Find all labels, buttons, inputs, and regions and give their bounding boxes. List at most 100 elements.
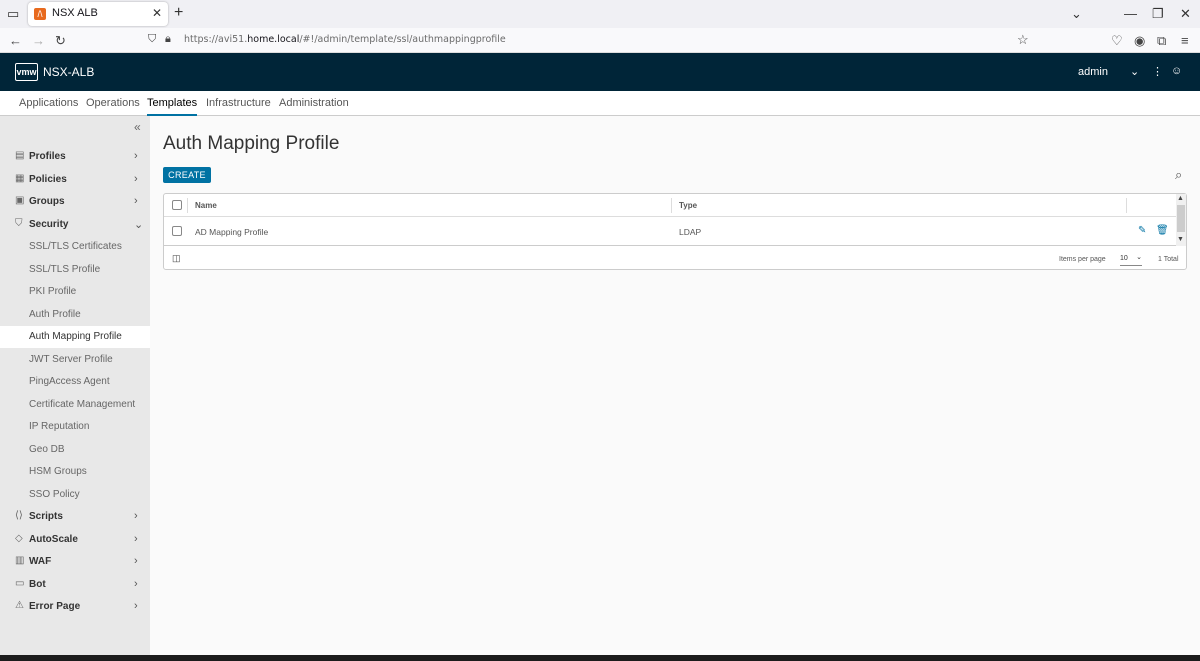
main-nav: Applications Operations Templates Infras…	[0, 91, 1200, 116]
grid-footer: ◫ Items per page 10 ⌄ 1 Total	[164, 246, 1186, 270]
warning-icon: ⚠	[15, 600, 24, 611]
search-icon[interactable]: ⌕	[1175, 167, 1182, 183]
vmware-logo: vmw	[15, 63, 38, 81]
chevron-right-icon: ›	[134, 173, 138, 185]
bookmark-star-icon[interactable]: ☆	[1017, 32, 1029, 48]
row-checkbox[interactable]	[172, 226, 182, 236]
sidebar-subitem[interactable]: JWT Server Profile	[0, 349, 150, 371]
chevron-right-icon: ›	[134, 195, 138, 207]
edit-pencil-icon[interactable]: ✎	[1138, 225, 1146, 236]
grid-scrollbar[interactable]: ▲ ▼	[1176, 194, 1186, 246]
sidebar-subitem[interactable]: SSL/TLS Certificates	[0, 236, 150, 258]
user-profile-icon[interactable]: ☺	[1171, 65, 1182, 77]
tab-infrastructure[interactable]: Infrastructure	[206, 97, 271, 109]
groups-icon: ▣	[15, 195, 25, 206]
sidebar-subitem[interactable]: PingAccess Agent	[0, 371, 150, 393]
close-window-icon[interactable]: ✕	[1180, 6, 1191, 22]
scroll-thumb[interactable]	[1177, 205, 1185, 232]
forward-icon[interactable]: →	[32, 33, 45, 48]
app-title: NSX-ALB	[43, 65, 95, 79]
address-bar[interactable]: ⛉ 🔒︎ https://avi51.home.local/#!/admin/t…	[142, 31, 1042, 50]
tab-operations[interactable]: Operations	[86, 97, 140, 109]
sidebar: « ▤ Profiles › ▦ Policies › ▣ Groups › ⛉…	[0, 116, 150, 661]
menu-icon[interactable]: ≡	[1181, 33, 1189, 48]
sidebar-subitem-active[interactable]: Auth Mapping Profile	[0, 326, 150, 348]
column-separator	[187, 198, 188, 213]
column-separator	[671, 198, 672, 213]
column-header-type[interactable]: Type	[679, 201, 697, 210]
browser-tab[interactable]: /\ NSX ALB ✕	[28, 2, 168, 26]
table-row: AD Mapping Profile LDAP ✎ 🗑︎	[164, 217, 1176, 246]
collapse-sidebar-icon[interactable]: «	[134, 120, 141, 134]
tab-templates[interactable]: Templates	[147, 97, 198, 116]
cell-type: LDAP	[679, 227, 702, 237]
items-per-page-select[interactable]: 10 ⌄	[1120, 254, 1142, 266]
sidebar-item-policies[interactable]: ▦ Policies ›	[0, 169, 150, 191]
shield-icon: ⛉	[15, 218, 23, 229]
sidebar-item-error-page[interactable]: ⚠ Error Page ›	[0, 596, 150, 618]
sidebar-item-profiles[interactable]: ▤ Profiles ›	[0, 146, 150, 168]
chevron-right-icon: ›	[134, 510, 138, 522]
chevron-down-icon: ⌄	[1136, 254, 1142, 261]
sidebar-subitem[interactable]: PKI Profile	[0, 281, 150, 303]
back-icon[interactable]: ←	[9, 33, 22, 48]
sidebar-item-bot[interactable]: ▭ Bot ›	[0, 574, 150, 596]
sidebar-subitem[interactable]: Geo DB	[0, 439, 150, 461]
chevron-right-icon: ›	[134, 578, 138, 590]
sidebar-subitem[interactable]: HSM Groups	[0, 461, 150, 483]
minimize-icon[interactable]: —	[1124, 6, 1137, 21]
shield-icon[interactable]: ⛉	[148, 33, 156, 46]
user-name[interactable]: admin	[1078, 66, 1108, 78]
lock-icon[interactable]: 🔒︎	[165, 33, 171, 46]
browser-tab-title: NSX ALB	[52, 7, 98, 19]
select-all-checkbox[interactable]	[172, 200, 182, 210]
tab-overflow-chevron-icon[interactable]: ⌄	[1071, 6, 1082, 22]
tab-administration[interactable]: Administration	[279, 97, 349, 109]
sidebar-item-autoscale[interactable]: ◇ AutoScale ›	[0, 529, 150, 551]
nsx-favicon-icon: /\	[34, 8, 46, 20]
user-chevron-down-icon[interactable]: ⌄	[1130, 65, 1139, 78]
grid-header: Name Type	[164, 194, 1186, 217]
restore-icon[interactable]: ❐	[1152, 6, 1164, 22]
sidebar-subitem[interactable]: Certificate Management	[0, 394, 150, 416]
column-toggle-icon[interactable]: ◫	[172, 253, 181, 264]
policies-icon: ▦	[15, 173, 25, 184]
delete-trash-icon[interactable]: 🗑︎	[1156, 225, 1169, 236]
browser-tabbar: ▭ /\ NSX ALB ✕ + ⌄ — ❐ ✕	[0, 0, 1200, 28]
cell-name: AD Mapping Profile	[195, 227, 269, 237]
sidebar-item-waf[interactable]: ▥ WAF ›	[0, 551, 150, 573]
close-tab-icon[interactable]: ✕	[152, 6, 162, 20]
pocket-icon[interactable]: ♡	[1111, 33, 1123, 49]
more-vertical-icon[interactable]: ⋮	[1152, 65, 1163, 78]
scroll-up-icon[interactable]: ▲	[1177, 195, 1184, 202]
chevron-right-icon: ›	[134, 555, 138, 567]
sidebar-subitem[interactable]: SSL/TLS Profile	[0, 259, 150, 281]
total-count: 1 Total	[1158, 256, 1179, 263]
profiles-icon: ▤	[15, 150, 25, 161]
column-header-name[interactable]: Name	[195, 201, 217, 210]
sidebar-item-groups[interactable]: ▣ Groups ›	[0, 191, 150, 213]
extensions-icon[interactable]: ⧉	[1157, 33, 1166, 49]
sidebar-item-security[interactable]: ⛉ Security ⌄	[0, 214, 150, 236]
create-button[interactable]: CREATE	[163, 167, 211, 183]
chevron-right-icon: ›	[134, 533, 138, 545]
chevron-right-icon: ›	[134, 600, 138, 612]
autoscale-icon: ◇	[15, 533, 23, 544]
sidebar-subitem[interactable]: IP Reputation	[0, 416, 150, 438]
page-title: Auth Mapping Profile	[163, 133, 340, 154]
sidebar-item-scripts[interactable]: ⟨⟩ Scripts ›	[0, 506, 150, 528]
os-taskbar	[0, 655, 1200, 661]
bot-icon: ▭	[15, 578, 25, 589]
tab-applications[interactable]: Applications	[19, 97, 78, 109]
account-icon[interactable]: ◉	[1134, 33, 1145, 49]
scroll-down-icon[interactable]: ▼	[1177, 236, 1184, 243]
reload-icon[interactable]: ↻	[55, 33, 66, 49]
chevron-down-icon: ⌄	[134, 219, 144, 231]
column-separator	[1126, 198, 1127, 213]
data-grid: Name Type AD Mapping Profile LDAP ✎ 🗑︎ ▲…	[163, 193, 1187, 270]
tab-list-icon[interactable]: ▭	[7, 6, 19, 22]
sidebar-subitem[interactable]: Auth Profile	[0, 304, 150, 326]
chevron-right-icon: ›	[134, 150, 138, 162]
new-tab-icon[interactable]: +	[174, 4, 183, 22]
sidebar-subitem[interactable]: SSO Policy	[0, 484, 150, 506]
